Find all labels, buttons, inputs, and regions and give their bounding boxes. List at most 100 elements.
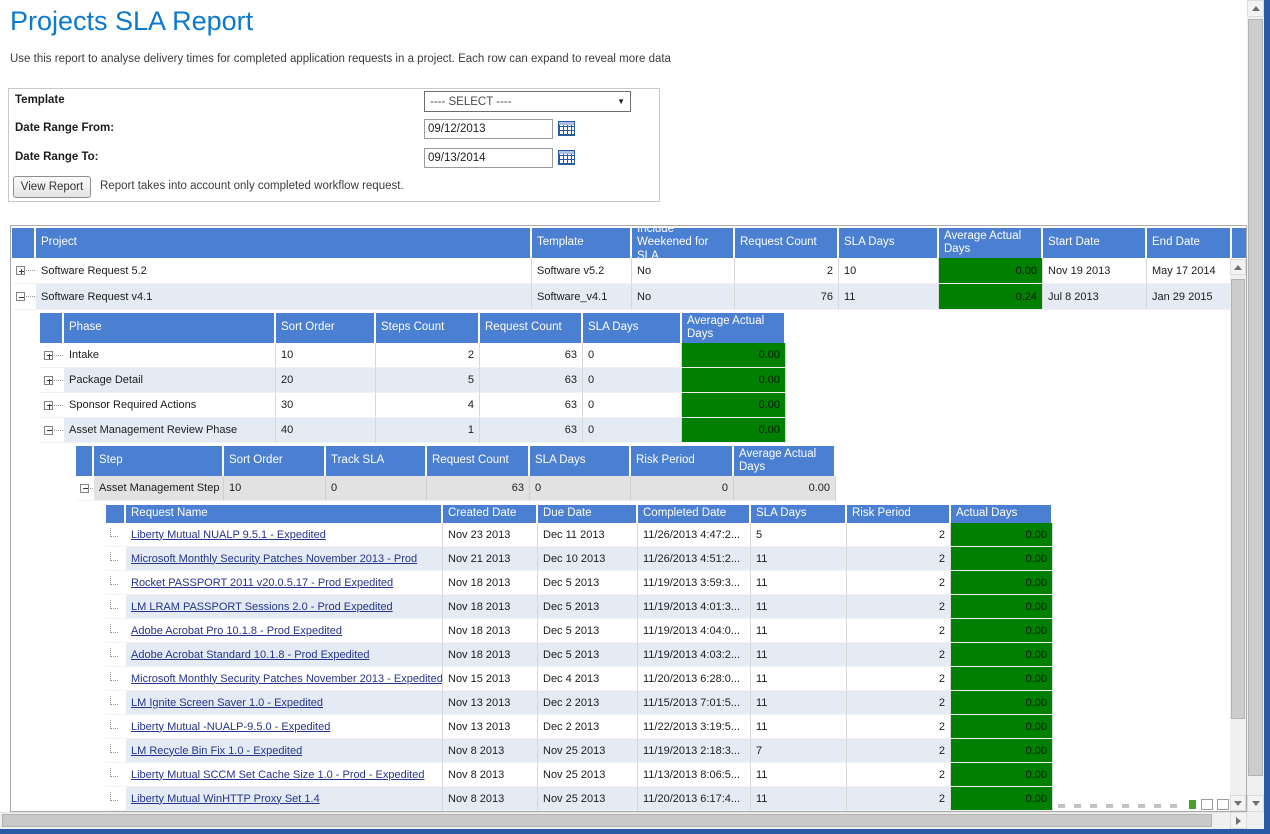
cell-avg_actual_days: 0.00	[682, 418, 786, 443]
request-link[interactable]: LM LRAM PASSPORT Sessions 2.0 - Prod Exp…	[131, 601, 393, 613]
cell-risk_period: 2	[847, 619, 951, 643]
cell-sla_days: 11	[751, 787, 847, 811]
cell-sort_order: 40	[276, 418, 376, 443]
cut-off-pager-fragment	[1058, 804, 1183, 808]
row-expander-cell	[106, 571, 126, 595]
request-link[interactable]: Liberty Mutual SCCM Set Cache Size 1.0 -…	[131, 769, 424, 781]
page-scroll-right-button[interactable]	[1230, 812, 1247, 829]
cell-due_date: Dec 11 2013	[538, 523, 638, 547]
column-header-due_date: Due Date	[538, 505, 638, 523]
cell-track_sla: 0	[326, 476, 427, 501]
cell-risk_period: 2	[847, 787, 951, 811]
cell-completed_date: 11/19/2013 4:03:2...	[638, 643, 751, 667]
cell-completed_date: 11/15/2013 7:01:5...	[638, 691, 751, 715]
cell-avg_actual_days: 0.24	[939, 284, 1043, 310]
page-scrollbar-thumb[interactable]	[1248, 19, 1263, 776]
expand-icon[interactable]	[44, 376, 53, 385]
request-link[interactable]: LM Ignite Screen Saver 1.0 - Expedited	[131, 697, 323, 709]
page-description: Use this report to analyse delivery time…	[10, 53, 671, 65]
cell-sla_days: 11	[751, 667, 847, 691]
date-from-calendar-button[interactable]	[558, 120, 576, 136]
column-header-actual_days: Actual Days	[951, 505, 1053, 523]
page-scroll-up-button[interactable]	[1247, 0, 1264, 17]
cell-end_date: May 17 2014	[1147, 258, 1232, 284]
cell-steps_count: 1	[376, 418, 480, 443]
collapse-icon[interactable]	[44, 426, 53, 435]
cell-request_count: 63	[480, 393, 583, 418]
expand-icon[interactable]	[44, 401, 53, 410]
expand-icon[interactable]	[16, 266, 25, 275]
cell-avg_actual_days: 0.00	[682, 343, 786, 368]
frame-border	[1264, 0, 1270, 834]
page-scroll-down-button[interactable]	[1247, 795, 1264, 812]
tree-connector-icon	[54, 405, 63, 406]
arrow-down-icon	[1234, 801, 1242, 806]
column-header-request_count: Request Count	[480, 313, 583, 343]
header-expander-cell	[40, 313, 64, 343]
request-link[interactable]: Liberty Mutual WinHTTP Proxy Set 1.4	[131, 793, 320, 805]
cell-due_date: Nov 25 2013	[538, 739, 638, 763]
cell-created_date: Nov 13 2013	[443, 691, 538, 715]
expand-icon[interactable]	[44, 351, 53, 360]
date-from-input[interactable]	[424, 119, 553, 139]
table-row: Microsoft Monthly Security Patches Novem…	[106, 667, 1053, 691]
request-link[interactable]: Liberty Mutual NUALP 9.5.1 - Expedited	[131, 529, 326, 541]
template-select[interactable]: ---- SELECT ---- ▼	[424, 91, 631, 112]
cut-off-pager-fragment	[1201, 799, 1213, 810]
column-header-avg_actual_days: Average Actual Days	[734, 446, 836, 476]
cell-completed_date: 11/22/2013 3:19:5...	[638, 715, 751, 739]
table-scroll-up-button[interactable]	[1230, 259, 1246, 275]
tree-connector-icon	[110, 720, 118, 729]
cell-request_name: Liberty Mutual -NUALP-9.5.0 - Expedited	[126, 715, 443, 739]
request-link[interactable]: Liberty Mutual -NUALP-9.5.0 - Expedited	[131, 721, 330, 733]
collapse-icon[interactable]	[16, 292, 25, 301]
view-report-button[interactable]: View Report	[13, 176, 91, 198]
cell-sla_days: 7	[751, 739, 847, 763]
table-scrollbar-thumb[interactable]	[1231, 279, 1245, 719]
cell-created_date: Nov 21 2013	[443, 547, 538, 571]
table-row: Liberty Mutual -NUALP-9.5.0 - ExpeditedN…	[106, 715, 1053, 739]
tree-connector-icon	[110, 624, 118, 633]
column-header-avg_actual_days: Average Actual Days	[939, 228, 1043, 258]
column-header-steps_count: Steps Count	[376, 313, 480, 343]
table-row: Liberty Mutual WinHTTP Proxy Set 1.4 Nov …	[106, 787, 1053, 811]
cell-created_date: Nov 8 2013	[443, 739, 538, 763]
tree-connector-icon	[26, 296, 35, 297]
horizontal-scrollbar-thumb[interactable]	[2, 814, 1212, 827]
cell-sort_order: 20	[276, 368, 376, 393]
column-header-request_count: Request Count	[735, 228, 839, 258]
cell-request_name: Microsoft Monthly Security Patches Novem…	[126, 667, 443, 691]
request-link[interactable]: Microsoft Monthly Security Patches Novem…	[131, 673, 443, 685]
row-expander-cell	[106, 763, 126, 787]
request-link[interactable]: LM Recycle Bin Fix 1.0 - Expedited	[131, 745, 302, 757]
cell-risk_period: 2	[847, 763, 951, 787]
date-to-calendar-button[interactable]	[558, 149, 576, 165]
table-row: Liberty Mutual NUALP 9.5.1 - ExpeditedNo…	[106, 523, 1053, 547]
projects-grid: ProjectTemplateInclude Weekened for SLAR…	[12, 228, 1246, 310]
cell-completed_date: 11/19/2013 3:59:3...	[638, 571, 751, 595]
column-header-track_sla: Track SLA	[326, 446, 427, 476]
cell-request_count: 63	[480, 418, 583, 443]
request-link[interactable]: Adobe Acrobat Pro 10.1.8 - Prod Expedite…	[131, 625, 342, 637]
date-to-input[interactable]	[424, 148, 553, 168]
request-link[interactable]: Rocket PASSPORT 2011 v20.0.5.17 - Prod E…	[131, 577, 393, 589]
column-header-request_count: Request Count	[427, 446, 530, 476]
table-row: Liberty Mutual SCCM Set Cache Size 1.0 -…	[106, 763, 1053, 787]
cell-actual_days: 0.00	[951, 643, 1053, 667]
row-expander-cell	[106, 667, 126, 691]
cell-completed_date: 11/13/2013 8:06:5...	[638, 763, 751, 787]
cell-steps_count: 2	[376, 343, 480, 368]
cell-sla_days: 0	[583, 343, 682, 368]
cell-risk_period: 0	[631, 476, 734, 501]
request-link[interactable]: Microsoft Monthly Security Patches Novem…	[131, 553, 417, 565]
cell-created_date: Nov 18 2013	[443, 619, 538, 643]
collapse-icon[interactable]	[80, 484, 89, 493]
cell-actual_days: 0.00	[951, 667, 1053, 691]
cell-completed_date: 11/20/2013 6:17:4...	[638, 787, 751, 811]
cell-created_date: Nov 15 2013	[443, 667, 538, 691]
requests-grid: Request NameCreated DateDue DateComplete…	[106, 505, 1053, 811]
table-scroll-down-button[interactable]	[1230, 795, 1246, 811]
request-link[interactable]: Adobe Acrobat Standard 10.1.8 - Prod Exp…	[131, 649, 370, 661]
cell-created_date: Nov 8 2013	[443, 787, 538, 811]
cell-request_count: 76	[735, 284, 839, 310]
